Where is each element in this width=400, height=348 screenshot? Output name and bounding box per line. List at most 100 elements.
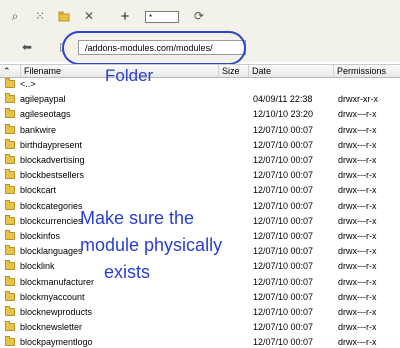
list-item[interactable]: blockpaymentlogo 12/07/10 00:07 drwx---r-x <box>0 336 400 348</box>
folder-icon <box>5 138 15 149</box>
file-date: 12/07/10 00:07 <box>253 124 314 135</box>
list-item[interactable]: bankwire 12/07/10 00:07 drwx---r-x <box>0 123 400 136</box>
folder-icon <box>5 245 15 256</box>
folder-icon <box>5 336 15 347</box>
folder-icon <box>5 199 15 210</box>
folder-icon <box>5 78 15 88</box>
add-icon[interactable]: + <box>118 8 132 25</box>
toolbar: ⌕ ⁙ ✕ + * ⟳ <box>0 0 400 36</box>
back-arrow-icon[interactable]: ⬅ <box>20 40 34 54</box>
refresh-icon[interactable]: ⟳ <box>192 9 206 23</box>
file-date: 12/10/10 23:20 <box>253 109 314 120</box>
list-item[interactable]: blocknewproducts 12/07/10 00:07 drwx---r-x <box>0 306 400 318</box>
list-item-parent[interactable]: <..> <box>0 78 400 90</box>
file-date: 12/07/10 00:07 <box>253 170 314 181</box>
list-item[interactable]: agileseotags 12/10/10 23:20 drwx---r-x <box>0 108 400 120</box>
column-header: ⌃ Filename Size Date Permissions <box>0 64 400 78</box>
list-item[interactable]: blockcart 12/07/10 00:07 drwx---r-x <box>0 184 400 196</box>
file-date: 12/07/10 00:07 <box>253 246 314 257</box>
file-date: 12/07/10 00:07 <box>253 155 314 165</box>
file-name: blocklink <box>20 261 55 272</box>
file-permissions: drwx---r-x <box>338 215 377 226</box>
header-size[interactable]: Size <box>219 65 249 77</box>
file-name: blockcurrencies <box>20 215 83 226</box>
folder-icon <box>5 306 15 316</box>
file-name: blockadvertising <box>20 155 85 165</box>
file-permissions: drwx---r-x <box>338 291 377 302</box>
folder-icon <box>5 108 15 119</box>
list-item[interactable]: blockbestsellers 12/07/10 00:07 drwx---r-x <box>0 169 400 181</box>
file-date: 12/07/10 00:07 <box>253 231 314 241</box>
address-bar: ⬅ ▯ /addons-modules.com/modules/ <box>0 36 400 62</box>
sync-icon[interactable]: ⁙ <box>33 9 47 23</box>
file-permissions: drwx---r-x <box>338 276 377 287</box>
file-name: blockmyaccount <box>20 291 85 302</box>
list-item[interactable]: blocknewsletter 12/07/10 00:07 drwx---r-x <box>0 321 400 333</box>
file-permissions: drwx---r-x <box>338 124 377 135</box>
file-permissions: drwx---r-x <box>338 322 377 333</box>
file-permissions: drwx---r-x <box>338 337 377 348</box>
list-item[interactable]: birthdaypresent 12/07/10 00:07 drwx---r-x <box>0 138 400 151</box>
delete-icon[interactable]: ✕ <box>82 9 96 23</box>
file-date: 12/07/10 00:07 <box>253 307 314 317</box>
list-item[interactable]: blocklink 12/07/10 00:07 drwx---r-x <box>0 260 400 272</box>
folder-icon <box>5 154 15 164</box>
sort-icon[interactable]: ⌃ <box>0 65 21 77</box>
file-date: 12/07/10 00:07 <box>253 337 314 348</box>
address-input[interactable]: /addons-modules.com/modules/ <box>78 40 246 55</box>
file-list: <..> agilepaypal 04/09/11 22:38 drwxr-xr-x… <box>0 78 400 348</box>
file-permissions: drwx---r-x <box>338 109 377 120</box>
list-item[interactable]: blockmyaccount 12/07/10 00:07 drwx---r-x <box>0 290 400 303</box>
file-date: 04/09/11 22:38 <box>253 94 313 105</box>
file-name: <..> <box>20 79 36 89</box>
file-date: 12/07/10 00:07 <box>253 185 314 196</box>
file-permissions: drwx---r-x <box>338 139 377 150</box>
filter-input[interactable]: * <box>145 11 179 23</box>
annotation-line3: exists <box>104 262 151 282</box>
header-permissions[interactable]: Permissions <box>334 65 400 77</box>
folder-icon <box>5 123 15 134</box>
file-permissions: drwx---r-x <box>338 246 377 257</box>
file-name: blocknewsletter <box>20 322 83 333</box>
file-name: birthdaypresent <box>20 139 83 150</box>
list-item[interactable]: blockcategories 12/07/10 00:07 drwx---r-x <box>0 199 400 212</box>
file-name: bankwire <box>20 124 57 135</box>
annotation-line1: Make sure the <box>80 208 195 228</box>
file-date: 12/07/10 00:07 <box>253 139 314 150</box>
folder-icon <box>5 275 15 286</box>
file-permissions: drwx---r-x <box>338 155 377 165</box>
list-item[interactable]: blockadvertising 12/07/10 00:07 drwx---r-x <box>0 154 400 166</box>
list-item[interactable]: blockcurrencies 12/07/10 00:07 drwx---r-x <box>0 214 400 227</box>
file-date: 12/07/10 00:07 <box>253 215 314 226</box>
file-name: agilepaypal <box>20 94 66 105</box>
file-name: blockbestsellers <box>20 170 85 181</box>
file-date: 12/07/10 00:07 <box>253 200 314 211</box>
list-item[interactable]: blockmanufacturer 12/07/10 00:07 drwx---r-… <box>0 275 400 288</box>
annotation-line2: module physically <box>80 235 223 255</box>
file-date: 12/07/10 00:07 <box>253 322 314 333</box>
file-permissions: drwxr-xr-x <box>338 94 378 105</box>
file-permissions: drwx---r-x <box>338 185 377 196</box>
folder-icon <box>5 169 15 180</box>
file-name: blockinfos <box>20 231 61 241</box>
file-date: 12/07/10 00:07 <box>253 261 314 272</box>
folder-icon: ▯ <box>59 41 65 53</box>
new-folder-icon[interactable] <box>57 9 71 23</box>
file-date: 12/07/10 00:07 <box>253 291 314 302</box>
folder-icon <box>5 321 15 332</box>
file-name: agileseotags <box>20 109 71 120</box>
folder-icon <box>5 230 15 240</box>
list-item[interactable]: agilepaypal 04/09/11 22:38 drwxr-xr-x <box>0 93 400 105</box>
header-date[interactable]: Date <box>249 65 334 77</box>
file-name: blockmanufacturer <box>20 276 95 287</box>
file-permissions: drwx---r-x <box>338 200 377 211</box>
file-permissions: drwx---r-x <box>338 170 377 181</box>
folder-icon <box>5 260 15 271</box>
search-icon[interactable]: ⌕ <box>8 9 22 23</box>
file-name: blocknewproducts <box>20 307 93 317</box>
folder-icon <box>5 290 15 301</box>
file-name: blocklanguages <box>20 246 83 257</box>
file-permissions: drwx---r-x <box>338 261 377 272</box>
folder-icon <box>5 184 15 195</box>
file-date: 12/07/10 00:07 <box>253 276 314 287</box>
